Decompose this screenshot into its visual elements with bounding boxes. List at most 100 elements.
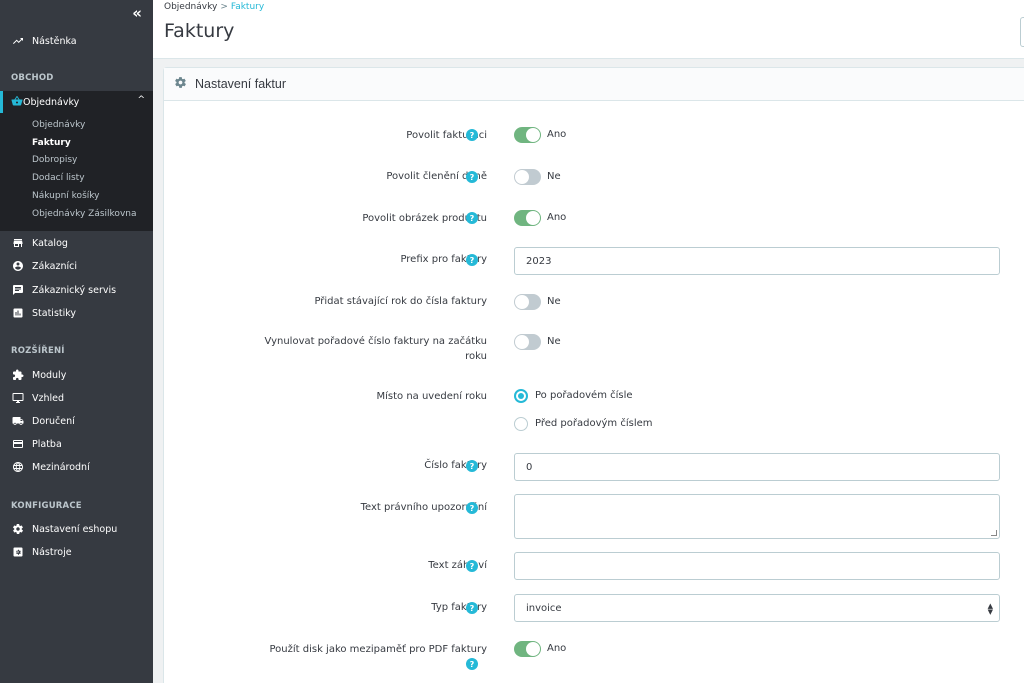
- header-text-input[interactable]: [514, 552, 1000, 580]
- sidebar-item-label: Mezinárodní: [32, 461, 90, 473]
- toggle-knob: [515, 335, 529, 349]
- help-icon[interactable]: ?: [466, 212, 478, 224]
- sidebar-subitem-invoices[interactable]: Faktury: [32, 138, 71, 148]
- invoice-number-input[interactable]: 0: [514, 453, 1000, 481]
- sidebar-item-label: Moduly: [32, 369, 67, 381]
- toggle-knob: [515, 295, 529, 309]
- sidebar-item-payment[interactable]: Platba: [0, 433, 153, 455]
- breadcrumb-current[interactable]: Faktury: [231, 2, 264, 12]
- sidebar-item-international[interactable]: Mezinárodní: [0, 456, 153, 478]
- sidebar-item-label: Objednávky: [23, 96, 80, 108]
- chat-icon: [11, 284, 24, 297]
- sidebar-item-label: Zákazníci: [32, 260, 77, 272]
- radio-after-number[interactable]: [514, 389, 528, 403]
- help-icon[interactable]: ?: [466, 129, 478, 141]
- select-arrows-icon: ▲ ▼: [987, 602, 993, 616]
- toggle-product-image-text: Ano: [547, 212, 567, 223]
- toggle-knob: [526, 642, 540, 656]
- trending-up-icon: [11, 35, 24, 48]
- sidebar-item-catalog[interactable]: Katalog: [0, 232, 153, 254]
- resize-handle[interactable]: [991, 530, 997, 536]
- help-icon[interactable]: ?: [466, 460, 478, 472]
- sidebar-item-label: Katalog: [32, 237, 68, 249]
- panel-title: Nastavení faktur: [195, 77, 287, 91]
- help-icon[interactable]: ?: [466, 602, 478, 614]
- sidebar-subitem-carts[interactable]: Nákupní košíky: [32, 191, 99, 201]
- toggle-disk-cache-text: Ano: [547, 643, 567, 654]
- basket-icon: [11, 95, 23, 110]
- toggle-tax-breakdown-text: Ne: [547, 171, 561, 182]
- help-icon[interactable]: ?: [466, 171, 478, 183]
- store-icon: [11, 237, 24, 250]
- breadcrumb-separator: >: [220, 2, 228, 12]
- breadcrumb: Objednávky > Faktury: [164, 2, 264, 12]
- radio-before-number-label[interactable]: Před pořadovým číslem: [535, 418, 653, 429]
- label-disk-cache: Použít disk jako mezipaměť pro PDF faktu…: [269, 644, 487, 655]
- sidebar-item-label: Nastavení eshopu: [32, 523, 118, 535]
- toggle-enable-invoices[interactable]: [514, 127, 541, 143]
- sidebar-item-design[interactable]: Vzhled: [0, 387, 153, 409]
- panel-header: Nastavení faktur: [164, 68, 1024, 101]
- sidebar-item-label: Platba: [32, 438, 62, 450]
- sidebar-item-label: Vzhled: [32, 392, 65, 404]
- toggle-reset-number[interactable]: [514, 334, 541, 350]
- chevron-up-icon: ^: [137, 95, 145, 105]
- sidebar-subitem-credit-slips[interactable]: Dobropisy: [32, 155, 77, 165]
- toggle-disk-cache[interactable]: [514, 641, 541, 657]
- invoice-type-value: invoice: [526, 602, 562, 614]
- invoice-type-select[interactable]: invoice ▲ ▼: [514, 594, 1000, 622]
- toggle-add-year[interactable]: [514, 294, 541, 310]
- sidebar-item-label: Nástroje: [32, 546, 72, 558]
- breadcrumb-parent[interactable]: Objednávky: [164, 2, 217, 12]
- sidebar-item-dashboard[interactable]: Nástěnka: [0, 30, 153, 52]
- gear-icon: [174, 76, 187, 92]
- sidebar-item-label: Doručení: [32, 415, 75, 427]
- sidebar-subitem-delivery-slips[interactable]: Dodací listy: [32, 173, 85, 183]
- sidebar-item-label: Zákaznický servis: [32, 284, 117, 296]
- toggle-knob: [515, 170, 529, 184]
- toggle-enable-invoices-text: Ano: [547, 129, 567, 140]
- globe-icon: [11, 461, 24, 474]
- toggle-product-image[interactable]: [514, 210, 541, 226]
- sidebar-subitem-orders[interactable]: Objednávky: [32, 120, 85, 130]
- page-title: Faktury: [164, 20, 235, 42]
- help-icon[interactable]: ?: [466, 560, 478, 572]
- truck-icon: [11, 415, 24, 428]
- help-icon[interactable]: ?: [466, 502, 478, 514]
- invoice-settings-panel: Nastavení faktur: [163, 67, 1024, 683]
- label-invoice-type: Typ faktury: [431, 602, 487, 613]
- section-title-konfigurace: KONFIGURACE: [11, 501, 82, 511]
- label-add-year: Přidat stávající rok do čísla faktury: [314, 296, 487, 307]
- sidebar-item-tools[interactable]: Nástroje: [0, 541, 153, 563]
- label-reset-number: Vynulovat pořadové číslo faktury na začá…: [265, 334, 488, 364]
- sidebar-item-orders[interactable]: Objednávky ^: [0, 91, 153, 113]
- prefix-input[interactable]: 2023: [514, 247, 1000, 275]
- help-icon[interactable]: ?: [466, 658, 478, 670]
- radio-before-number[interactable]: [514, 417, 528, 431]
- sidebar-subitem-zasilkovna[interactable]: Objednávky Zásilkovna: [32, 209, 136, 219]
- gear-icon: [11, 523, 24, 536]
- header-action-button[interactable]: [1020, 17, 1024, 47]
- settings-box-icon: [11, 546, 24, 559]
- page-header: Objednávky > Faktury Faktury: [153, 0, 1024, 59]
- sidebar-item-shipping[interactable]: Doručení: [0, 410, 153, 432]
- label-header-text: Text záhlaví: [428, 560, 487, 571]
- credit-card-icon: [11, 438, 24, 451]
- sidebar-item-customers[interactable]: Zákazníci: [0, 255, 153, 277]
- collapse-sidebar-button[interactable]: «: [132, 4, 142, 22]
- section-title-obchod: OBCHOD: [11, 73, 54, 83]
- bar-chart-icon: [11, 307, 24, 320]
- label-reset-number-line1: Vynulovat pořadové číslo faktury na začá…: [264, 336, 488, 347]
- toggle-tax-breakdown[interactable]: [514, 169, 541, 185]
- sidebar-item-modules[interactable]: Moduly: [0, 364, 153, 386]
- legal-text-textarea[interactable]: [514, 494, 1000, 539]
- account-circle-icon: [11, 260, 24, 273]
- help-icon[interactable]: ?: [466, 254, 478, 266]
- desktop-icon: [11, 392, 24, 405]
- sidebar-item-customer-service[interactable]: Zákaznický servis: [0, 279, 153, 301]
- sidebar-item-shop-settings[interactable]: Nastavení eshopu: [0, 518, 153, 540]
- sidebar-item-label: Statistiky: [32, 307, 77, 319]
- sidebar-item-stats[interactable]: Statistiky: [0, 302, 153, 324]
- toggle-add-year-text: Ne: [547, 296, 561, 307]
- radio-after-number-label[interactable]: Po pořadovém čísle: [535, 390, 633, 401]
